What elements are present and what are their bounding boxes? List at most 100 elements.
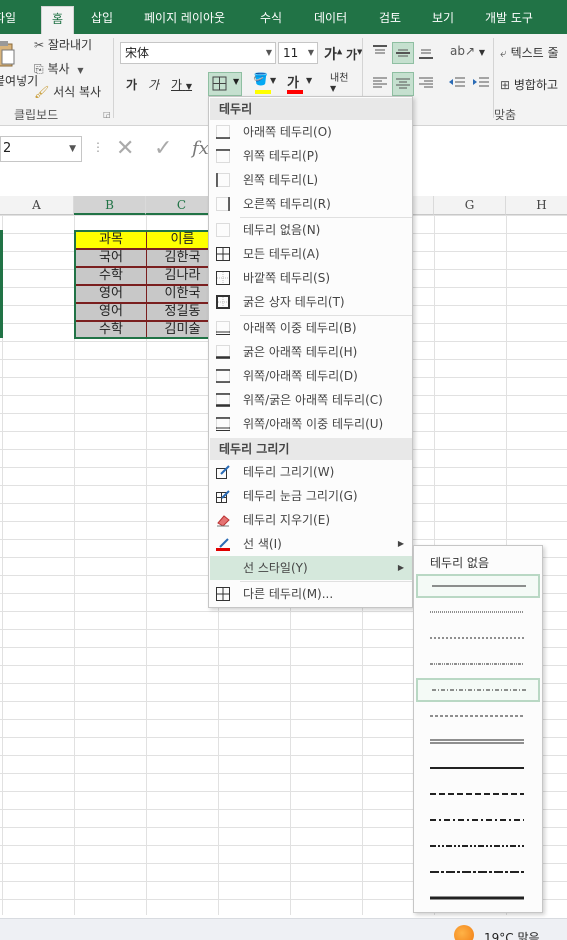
menu-item-top-double-bottom-border[interactable]: 위쪽/아래쪽 이중 테두리(U) [210, 412, 412, 436]
column-header-b[interactable]: B [74, 196, 146, 215]
menu-item-left-border[interactable]: 왼쪽 테두리(L) [210, 168, 412, 192]
menu-item-all-borders[interactable]: 모든 테두리(A) [210, 242, 412, 266]
menu-item-no-border[interactable]: 테두리 없음(N) [210, 218, 412, 242]
tab-home[interactable]: 홈 [41, 6, 75, 34]
line-style-option[interactable] [416, 626, 540, 650]
menu-item-thick-box-border[interactable]: 굵은 상자 테두리(T) [210, 290, 412, 314]
paste-label[interactable]: 붙여넣기 [0, 72, 38, 89]
align-center-button[interactable] [392, 72, 414, 96]
menu-item-erase-border[interactable]: 테두리 지우기(E) [210, 508, 412, 532]
column-header-h[interactable]: H [506, 196, 567, 215]
line-style-option[interactable] [416, 730, 540, 754]
line-style-option[interactable] [416, 652, 540, 676]
menu-item-draw-border-grid[interactable]: 테두리 눈금 그리기(G) [210, 484, 412, 508]
cut-button[interactable]: ✂ 잘라내기 [34, 36, 92, 53]
chevron-down-icon[interactable]: ▼ [77, 66, 83, 75]
line-style-option[interactable] [416, 600, 540, 624]
menu-item-bottom-border[interactable]: 아래쪽 테두리(O) [210, 120, 412, 144]
menu-item-line-style[interactable]: 선 스타일(Y) ▶ [210, 556, 412, 580]
font-name-combo[interactable]: 宋体 ▼ [120, 42, 276, 64]
line-color-icon [216, 538, 230, 551]
orientation-button[interactable]: ab↗ ▼ [450, 44, 485, 58]
phonetic-button[interactable]: 내천 ▼ [330, 74, 348, 94]
copy-button[interactable]: ⎘ 복사 ▼ [34, 60, 84, 77]
border-top-double-bottom-icon [216, 417, 230, 431]
borders-button[interactable]: ▼ [208, 72, 242, 96]
menu-item-top-thick-bottom-border[interactable]: 위쪽/굵은 아래쪽 테두리(C) [210, 388, 412, 412]
line-dashed-icon [430, 715, 524, 717]
table-cell[interactable]: 수학 [75, 321, 147, 339]
cut-label: 잘라내기 [47, 38, 93, 52]
align-bottom-button[interactable] [418, 46, 434, 63]
table-cell[interactable]: 수학 [75, 267, 147, 285]
align-left-button[interactable] [372, 76, 388, 93]
menu-item-right-border[interactable]: 오른쪽 테두리(R) [210, 192, 412, 216]
chevron-down-icon[interactable]: ▼ [306, 76, 312, 85]
line-style-option[interactable] [416, 808, 540, 832]
chevron-down-icon[interactable]: ▼ [270, 76, 276, 85]
underline-button[interactable]: 가 ▼ [171, 76, 192, 93]
menu-item-bottom-double-border[interactable]: 아래쪽 이중 테두리(B) [210, 316, 412, 340]
menu-item-draw-border[interactable]: 테두리 그리기(W) [210, 460, 412, 484]
menu-item-top-border[interactable]: 위쪽 테두리(P) [210, 144, 412, 168]
wrap-text-button[interactable]: ⤶ 텍스트 줄 [500, 44, 559, 61]
line-hair-icon [430, 611, 524, 613]
bold-button[interactable]: 가 [126, 76, 137, 93]
table-cell[interactable]: 영어 [75, 303, 147, 321]
tab-review[interactable]: 검토 [379, 6, 401, 34]
tab-formulas[interactable]: 수식 [260, 6, 282, 34]
shrink-font-button[interactable]: 가▼ [346, 46, 362, 63]
weather-text[interactable]: 19°C 맑음 [484, 929, 540, 940]
line-style-none[interactable]: 테두리 없음 [430, 554, 489, 571]
tab-insert[interactable]: 삽입 [91, 6, 113, 34]
cancel-entry-icon[interactable]: ✕ [116, 136, 134, 161]
paste-button[interactable] [0, 40, 16, 68]
confirm-entry-icon[interactable]: ✓ [154, 136, 172, 161]
decrease-indent-button[interactable] [448, 76, 466, 93]
font-size-combo[interactable]: 11 ▼ [278, 42, 318, 64]
weather-sun-icon[interactable] [454, 925, 474, 940]
line-style-option[interactable] [416, 834, 540, 858]
menu-item-line-color[interactable]: 선 색(I) ▶ [210, 532, 412, 556]
paste-icon [0, 41, 15, 67]
align-top-button[interactable] [372, 44, 388, 61]
border-outside-icon [216, 271, 230, 285]
table-header-cell[interactable]: 과목 [75, 231, 147, 249]
menu-item-thick-bottom-border[interactable]: 굵은 아래쪽 테두리(H) [210, 340, 412, 364]
dialog-launcher-icon[interactable]: ◲ [103, 110, 111, 119]
menu-item-top-bottom-border[interactable]: 위쪽/아래쪽 테두리(D) [210, 364, 412, 388]
line-style-option[interactable] [416, 574, 540, 598]
font-color-button[interactable]: 가 [287, 72, 303, 94]
border-right-icon [216, 197, 230, 211]
menu-item-more-borders[interactable]: 다른 테두리(M)... [210, 582, 412, 606]
tab-developer[interactable]: 개발 도구 [485, 6, 533, 34]
line-style-option[interactable] [416, 704, 540, 728]
align-left-icon [373, 77, 387, 88]
align-middle-icon [396, 49, 410, 57]
grow-font-button[interactable]: 가▲ [324, 44, 342, 64]
column-header-g[interactable]: G [434, 196, 506, 215]
format-painter-button[interactable]: 🖌 서식 복사 [34, 83, 101, 100]
column-header-a[interactable]: A [0, 196, 74, 215]
tab-view[interactable]: 보기 [432, 6, 454, 34]
line-style-option[interactable] [416, 678, 540, 702]
line-style-option[interactable] [416, 756, 540, 780]
insert-function-button[interactable]: fx [192, 138, 209, 159]
italic-button[interactable]: 가 [148, 76, 159, 93]
border-left-icon [216, 173, 230, 187]
tab-file[interactable]: 파일 [0, 6, 16, 34]
align-middle-button[interactable] [392, 42, 414, 64]
line-style-option[interactable] [416, 782, 540, 806]
copy-label: 복사 [47, 62, 70, 76]
name-box[interactable]: 2 ▼ [0, 136, 82, 162]
menu-item-outside-borders[interactable]: 바깥쪽 테두리(S) [210, 266, 412, 290]
table-cell[interactable]: 국어 [75, 249, 147, 267]
merge-center-button[interactable]: ⊞ 병합하고 [500, 76, 558, 93]
align-right-button[interactable] [418, 76, 434, 93]
line-style-option[interactable] [416, 860, 540, 884]
tab-data[interactable]: 데이터 [314, 6, 347, 34]
line-style-option[interactable] [416, 886, 540, 910]
increase-indent-button[interactable] [472, 76, 490, 93]
tab-page-layout[interactable]: 페이지 레이아웃 [144, 6, 225, 34]
table-cell[interactable]: 영어 [75, 285, 147, 303]
